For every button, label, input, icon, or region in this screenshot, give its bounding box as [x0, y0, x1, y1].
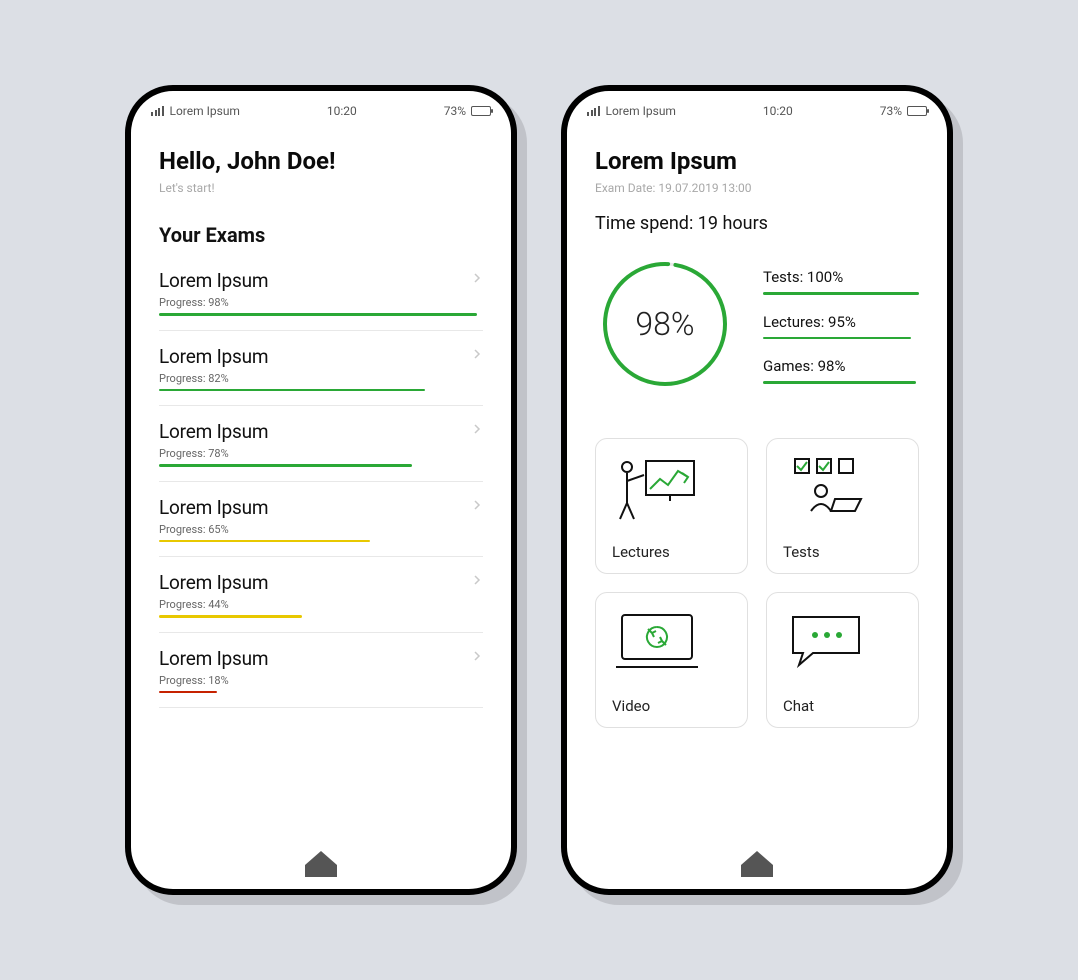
page-title: Hello, John Doe!: [159, 147, 483, 175]
card-label: Tests: [783, 543, 902, 561]
page-subtitle: Exam Date: 19.07.2019 13:00: [595, 181, 919, 195]
status-time: 10:20: [327, 104, 357, 118]
exam-row[interactable]: Lorem Ipsum Progress: 18%: [159, 637, 483, 709]
exam-progress-label: Progress: 65%: [159, 523, 483, 536]
exam-name: Lorem Ipsum: [159, 571, 483, 594]
card-tests[interactable]: Tests: [766, 438, 919, 574]
stat-underline: [763, 381, 916, 384]
card-video[interactable]: Video: [595, 592, 748, 728]
time-spend-label: Time spend: 19 hours: [595, 213, 919, 234]
stat-line: Games: 98%: [763, 357, 919, 384]
page-title: Lorem Ipsum: [595, 147, 919, 175]
exam-progress-bar: [159, 691, 217, 694]
card-label: Video: [612, 697, 731, 715]
exam-row[interactable]: Lorem Ipsum Progress: 78%: [159, 410, 483, 482]
stat-lines: Tests: 100% Lectures: 95% Games: 98%: [763, 264, 919, 384]
stat-line: Lectures: 95%: [763, 313, 919, 340]
status-bar: Lorem Ipsum 10:20 73%: [567, 91, 947, 131]
exam-name: Lorem Ipsum: [159, 269, 483, 292]
signal-icon: [587, 106, 600, 116]
progress-ring-label: 98%: [595, 254, 735, 394]
exam-row[interactable]: Lorem Ipsum Progress: 65%: [159, 486, 483, 558]
chevron-right-icon: [471, 571, 483, 583]
phone-mockup-detail: Lorem Ipsum 10:20 73% Lorem Ipsum Exam D…: [561, 85, 953, 895]
exam-name: Lorem Ipsum: [159, 647, 483, 670]
home-button[interactable]: [303, 847, 339, 877]
page-subtitle: Let's start!: [159, 181, 483, 195]
video-icon: [612, 607, 731, 677]
carrier-label: Lorem Ipsum: [170, 104, 240, 118]
section-title: Your Exams: [159, 223, 483, 247]
exam-progress-bar: [159, 389, 425, 392]
exam-row[interactable]: Lorem Ipsum Progress: 82%: [159, 335, 483, 407]
exam-progress-label: Progress: 44%: [159, 598, 483, 611]
exam-row[interactable]: Lorem Ipsum Progress: 44%: [159, 561, 483, 633]
exam-progress-bar: [159, 615, 302, 618]
exam-progress-bar: [159, 313, 477, 316]
exam-name: Lorem Ipsum: [159, 496, 483, 519]
chevron-right-icon: [471, 496, 483, 508]
stat-label: Games: 98%: [763, 357, 919, 375]
stat-label: Lectures: 95%: [763, 313, 919, 331]
exam-progress-label: Progress: 18%: [159, 674, 483, 687]
chevron-right-icon: [471, 647, 483, 659]
exam-progress-bar: [159, 464, 412, 467]
battery-icon: [907, 106, 927, 116]
chevron-right-icon: [471, 269, 483, 281]
exam-name: Lorem Ipsum: [159, 345, 483, 368]
lectures-icon: [612, 453, 731, 523]
carrier-label: Lorem Ipsum: [606, 104, 676, 118]
status-bar: Lorem Ipsum 10:20 73%: [131, 91, 511, 131]
stat-underline: [763, 292, 919, 295]
stats-area: 98% Tests: 100% Lectures: 95% Games: 98%: [595, 254, 919, 394]
card-lectures[interactable]: Lectures: [595, 438, 748, 574]
exam-progress-label: Progress: 78%: [159, 447, 483, 460]
phone-mockup-exams: Lorem Ipsum 10:20 73% Hello, John Doe! L…: [125, 85, 517, 895]
card-chat[interactable]: Chat: [766, 592, 919, 728]
exam-list: Lorem Ipsum Progress: 98% Lorem Ipsum Progr…: [159, 259, 483, 708]
stat-underline: [763, 337, 911, 340]
exam-progress-label: Progress: 82%: [159, 372, 483, 385]
chat-icon: [783, 607, 902, 677]
progress-ring: 98%: [595, 254, 735, 394]
chevron-right-icon: [471, 420, 483, 432]
battery-label: 73%: [444, 104, 466, 118]
chevron-right-icon: [471, 345, 483, 357]
stat-label: Tests: 100%: [763, 268, 919, 286]
exam-row[interactable]: Lorem Ipsum Progress: 98%: [159, 259, 483, 331]
card-grid: Lectures Tests Video Chat: [595, 438, 919, 728]
battery-label: 73%: [880, 104, 902, 118]
card-label: Lectures: [612, 543, 731, 561]
card-label: Chat: [783, 697, 902, 715]
home-button[interactable]: [739, 847, 775, 877]
stat-line: Tests: 100%: [763, 268, 919, 295]
tests-icon: [783, 453, 902, 523]
exam-name: Lorem Ipsum: [159, 420, 483, 443]
signal-icon: [151, 106, 164, 116]
status-time: 10:20: [763, 104, 793, 118]
exam-progress-label: Progress: 98%: [159, 296, 483, 309]
battery-icon: [471, 106, 491, 116]
exam-progress-bar: [159, 540, 370, 543]
